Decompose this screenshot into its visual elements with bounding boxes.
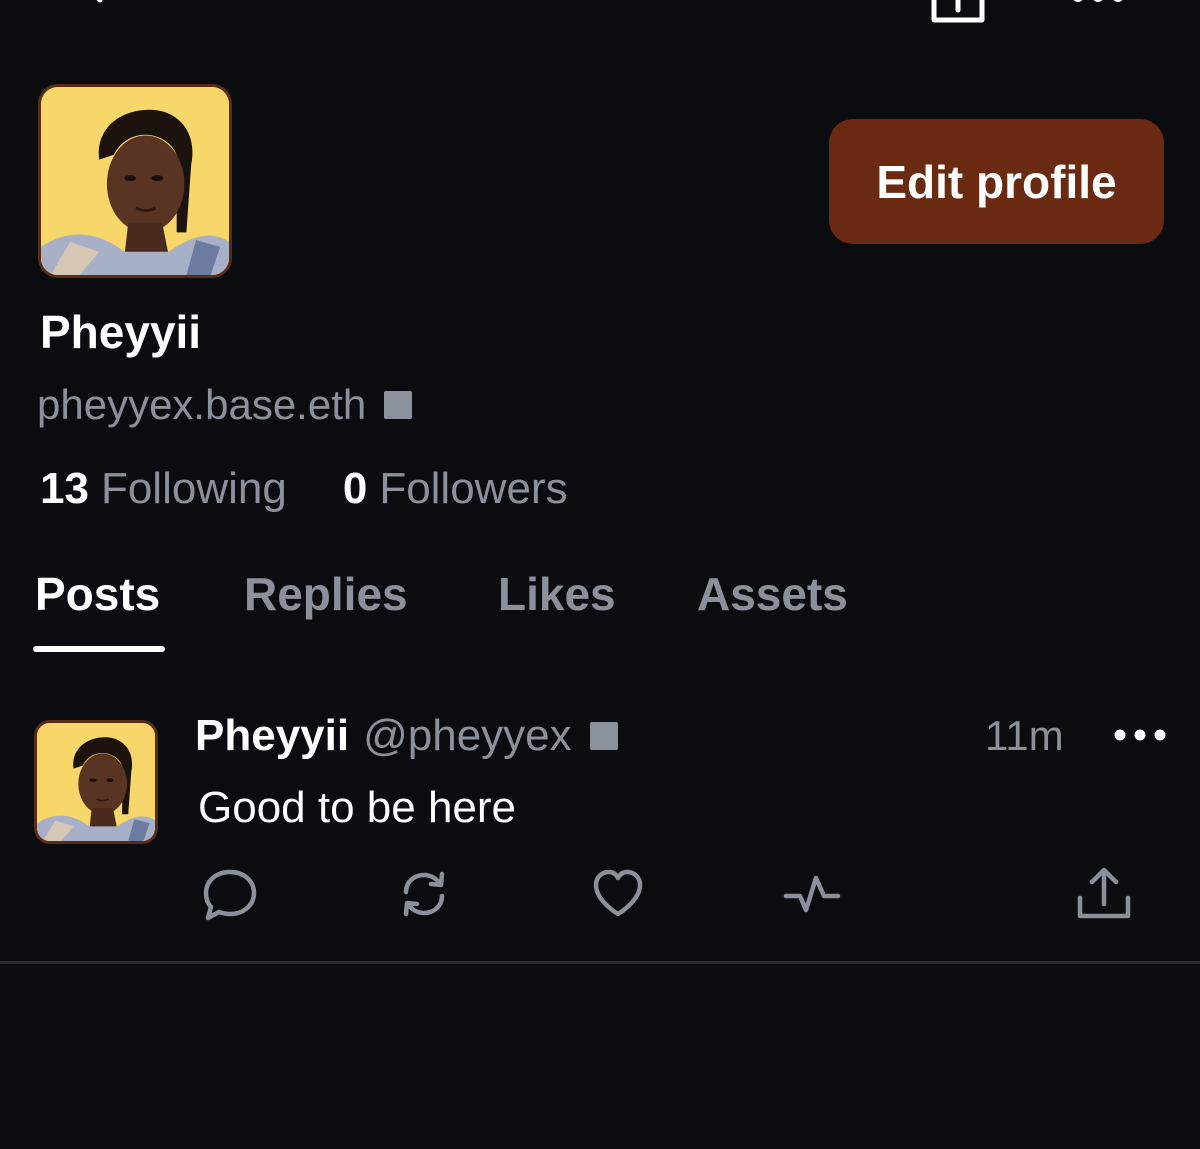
like-heart-icon[interactable] [588,864,648,924]
activity-pulse-icon[interactable] [782,864,842,924]
tab-replies[interactable]: Replies [244,566,408,622]
followers-count: 0 [342,464,368,513]
followers-stat[interactable]: 0 Followers [343,462,568,516]
post-more-icon[interactable] [1112,722,1168,748]
share-upload-icon[interactable] [1074,864,1134,924]
profile-avatar[interactable] [38,84,232,278]
following-label: Following [100,464,287,513]
tab-posts[interactable]: Posts [35,566,160,622]
follow-stats: 13 Following 0 Followers [40,462,568,516]
post-timestamp: 11m [985,712,1064,759]
reply-icon[interactable] [200,864,260,924]
share-upload-icon[interactable] [926,0,990,24]
tab-likes[interactable]: Likes [498,566,616,622]
following-count: 13 [40,464,89,513]
verified-badge-icon [589,722,618,750]
profile-handle: pheyyex.base.eth [37,381,367,428]
repost-icon[interactable] [394,864,454,924]
followers-label: Followers [379,464,568,513]
post-divider [0,961,1200,964]
post-header: Pheyyii @pheyyex [195,708,618,764]
tab-assets[interactable]: Assets [697,566,848,622]
post-author-handle[interactable]: @pheyyex [363,708,572,764]
edit-profile-button[interactable]: Edit profile [829,119,1164,244]
post-author-name[interactable]: Pheyyii [195,708,349,764]
active-tab-indicator [33,646,165,652]
profile-handle-row: pheyyex.base.eth [37,378,413,432]
post-author-avatar[interactable] [34,720,158,844]
post-body-text: Good to be here [198,783,517,832]
verified-badge-icon [384,391,413,419]
back-arrow-icon[interactable] [70,0,140,20]
more-horizontal-icon[interactable] [1068,0,1128,6]
profile-display-name: Pheyyii [40,306,202,358]
following-stat[interactable]: 13 Following [40,462,287,516]
